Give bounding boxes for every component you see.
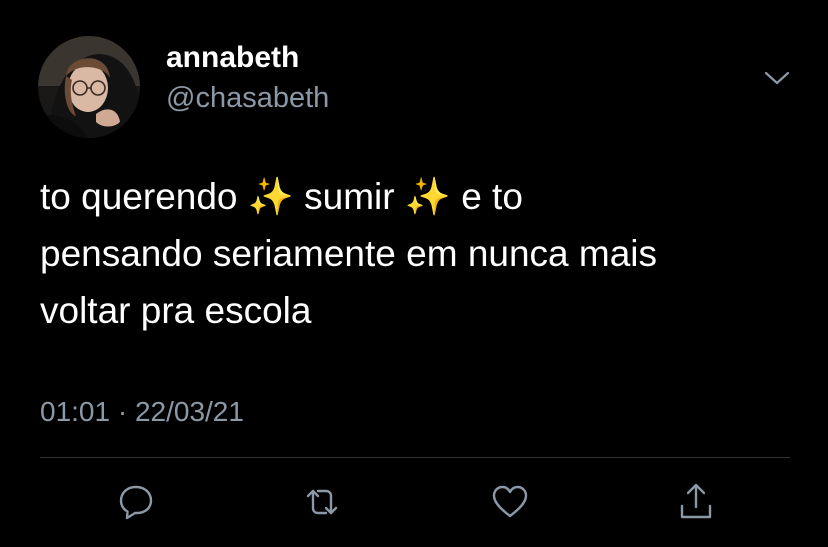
speech-bubble-icon (119, 485, 153, 520)
like-button[interactable] (488, 480, 532, 524)
avatar[interactable] (38, 36, 140, 138)
user-handle[interactable]: @chasabeth (166, 80, 329, 116)
tweet-timestamp[interactable]: 01:01 · 22/03/21 (40, 394, 244, 430)
reply-button[interactable] (114, 480, 158, 524)
more-options-button[interactable] (760, 62, 794, 92)
retweet-arrows-icon (306, 489, 338, 515)
divider (40, 457, 790, 458)
share-button[interactable] (674, 480, 718, 524)
tweet-card: annabeth @chasabeth to querendo ✨ sumir … (0, 0, 828, 547)
tweet-text: to querendo ✨ sumir ✨ e to pensando seri… (40, 176, 658, 331)
heart-icon (492, 485, 528, 518)
profile-photo-icon (38, 36, 140, 138)
retweet-button[interactable] (300, 480, 344, 524)
share-upload-icon (680, 483, 712, 519)
display-name[interactable]: annabeth (166, 40, 299, 76)
chevron-down-icon (764, 71, 790, 85)
